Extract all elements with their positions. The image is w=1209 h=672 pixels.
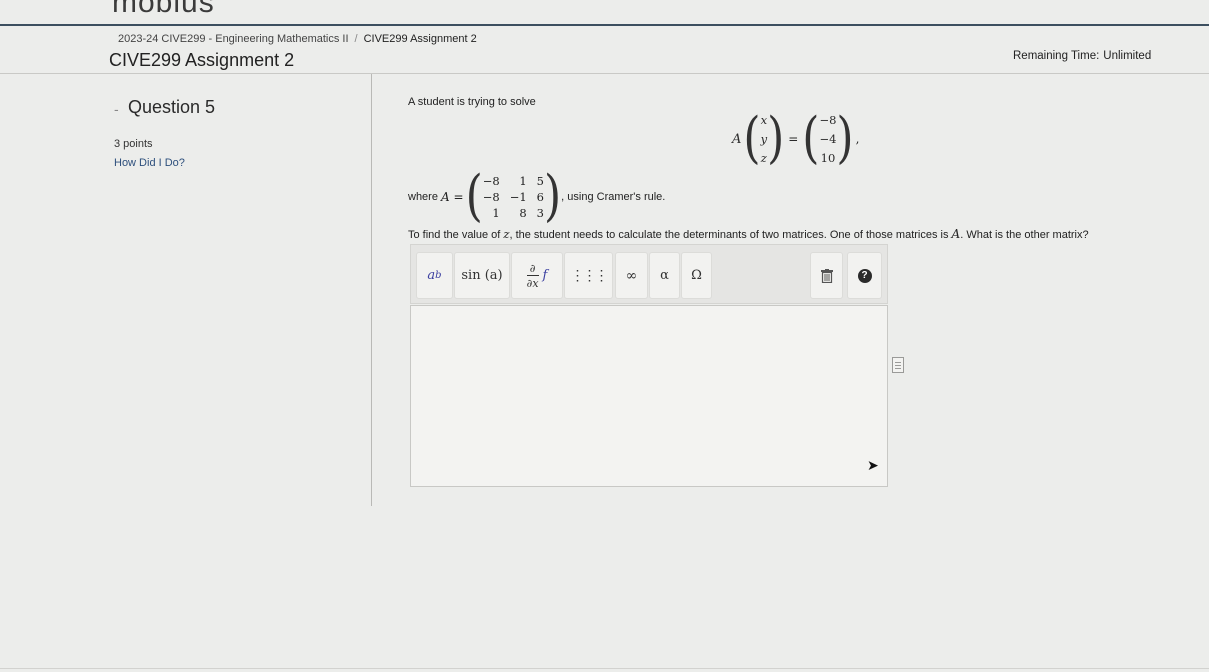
matrix-cell: 1 [492, 206, 500, 220]
rhs-vector: ( −8 −4 10 ) [802, 106, 854, 171]
clear-button[interactable] [810, 252, 843, 299]
equation-matrix-A: A [732, 131, 742, 147]
infinity-symbol: ∞ [625, 267, 638, 284]
matrix-A: ( −8 1 5 −8 −1 6 1 8 3 ) [465, 164, 562, 229]
how-did-i-do-link[interactable]: How Did I Do? [114, 157, 185, 169]
matrix-cell: 6 [536, 190, 544, 204]
vector-z: z [760, 150, 767, 165]
superscript-button[interactable]: ab [416, 252, 453, 299]
matrix-A-label: A = [441, 190, 464, 204]
prompt-text: , the student needs to calculate the det… [509, 229, 949, 241]
answer-input-area[interactable] [410, 305, 888, 487]
help-button[interactable]: ? [847, 252, 882, 299]
remaining-time: Remaining Time: Unlimited [1009, 50, 1151, 62]
title-divider [0, 73, 1209, 74]
bottom-divider [0, 668, 1209, 669]
omega-symbol: Ω [691, 268, 702, 283]
breadcrumb-separator: / [354, 33, 358, 45]
matrix-cell: −8 [482, 174, 500, 188]
matrix-definition: where A = ( −8 1 5 −8 −1 6 1 8 3 ) , usi… [408, 169, 665, 225]
question-prompt: To find the value of z, the student need… [408, 227, 1089, 241]
mouse-pointer-icon: ➤ [867, 457, 879, 473]
greek-alpha-button[interactable]: α [649, 252, 680, 299]
equation-comma: , [855, 132, 860, 146]
matrix-button[interactable]: ⋮⋮⋮ [564, 252, 613, 299]
breadcrumb-course[interactable]: 2023-24 CIVE299 - Engineering Mathematic… [118, 33, 349, 45]
header-rule [0, 24, 1209, 26]
symbols-omega-button[interactable]: Ω [681, 252, 712, 299]
breadcrumb: 2023-24 CIVE299 - Engineering Mathematic… [118, 33, 477, 45]
function-label: sin (a) [461, 268, 503, 283]
question-collapse-toggle[interactable]: - [114, 101, 119, 117]
equals-sign: = [788, 132, 799, 146]
superscript-exponent: b [435, 270, 442, 281]
page-title: CIVE299 Assignment 2 [109, 50, 295, 70]
document-icon[interactable] [892, 357, 904, 373]
question-points: 3 points [114, 138, 153, 150]
prompt-variable-A: A [951, 227, 961, 241]
alpha-symbol: α [660, 268, 669, 283]
infinity-button[interactable]: ∞ [615, 252, 648, 299]
rhs-2: −4 [819, 131, 837, 146]
remaining-time-label: Remaining Time: [1013, 50, 1100, 62]
help-icon: ? [857, 268, 872, 283]
question-intro: A student is trying to solve [408, 96, 536, 108]
method-text: , using Cramer's rule. [561, 191, 666, 203]
unknown-vector: ( x y z ) [743, 106, 785, 171]
prompt-text: To find the value of [408, 229, 501, 241]
function-button[interactable]: sin (a) [454, 252, 510, 299]
matrix-cell: 8 [519, 206, 527, 220]
mobius-logo: möbius [112, 0, 215, 19]
column-divider [371, 74, 372, 506]
breadcrumb-current: CIVE299 Assignment 2 [363, 33, 477, 45]
partial-numerator: ∂ [529, 261, 536, 275]
system-equation: A ( x y z ) = ( −8 −4 10 ) , [732, 111, 859, 167]
partial-function: f [542, 268, 548, 283]
prompt-text: . What is the other matrix? [960, 229, 1089, 241]
matrix-cell: −8 [482, 190, 500, 204]
partial-denominator: ∂x [526, 274, 539, 290]
superscript-base: a [427, 268, 436, 283]
trash-icon [820, 268, 833, 283]
partial-derivative-button[interactable]: ∂ ∂x f [511, 252, 563, 299]
matrix-icon: ⋮⋮⋮ [570, 267, 609, 284]
question-title: Question 5 [128, 97, 216, 117]
rhs-1: −8 [819, 112, 837, 127]
matrix-cell: 5 [536, 174, 544, 188]
matrix-cell: 1 [519, 174, 527, 188]
where-label: where [408, 191, 438, 203]
math-editor-toolbar: ab sin (a) ∂ ∂x f ⋮⋮⋮ ∞ α Ω ? [410, 244, 888, 304]
remaining-time-value: Unlimited [1103, 50, 1152, 62]
matrix-cell: −1 [509, 190, 527, 204]
matrix-cell: 3 [536, 206, 544, 220]
rhs-3: 10 [820, 150, 836, 165]
